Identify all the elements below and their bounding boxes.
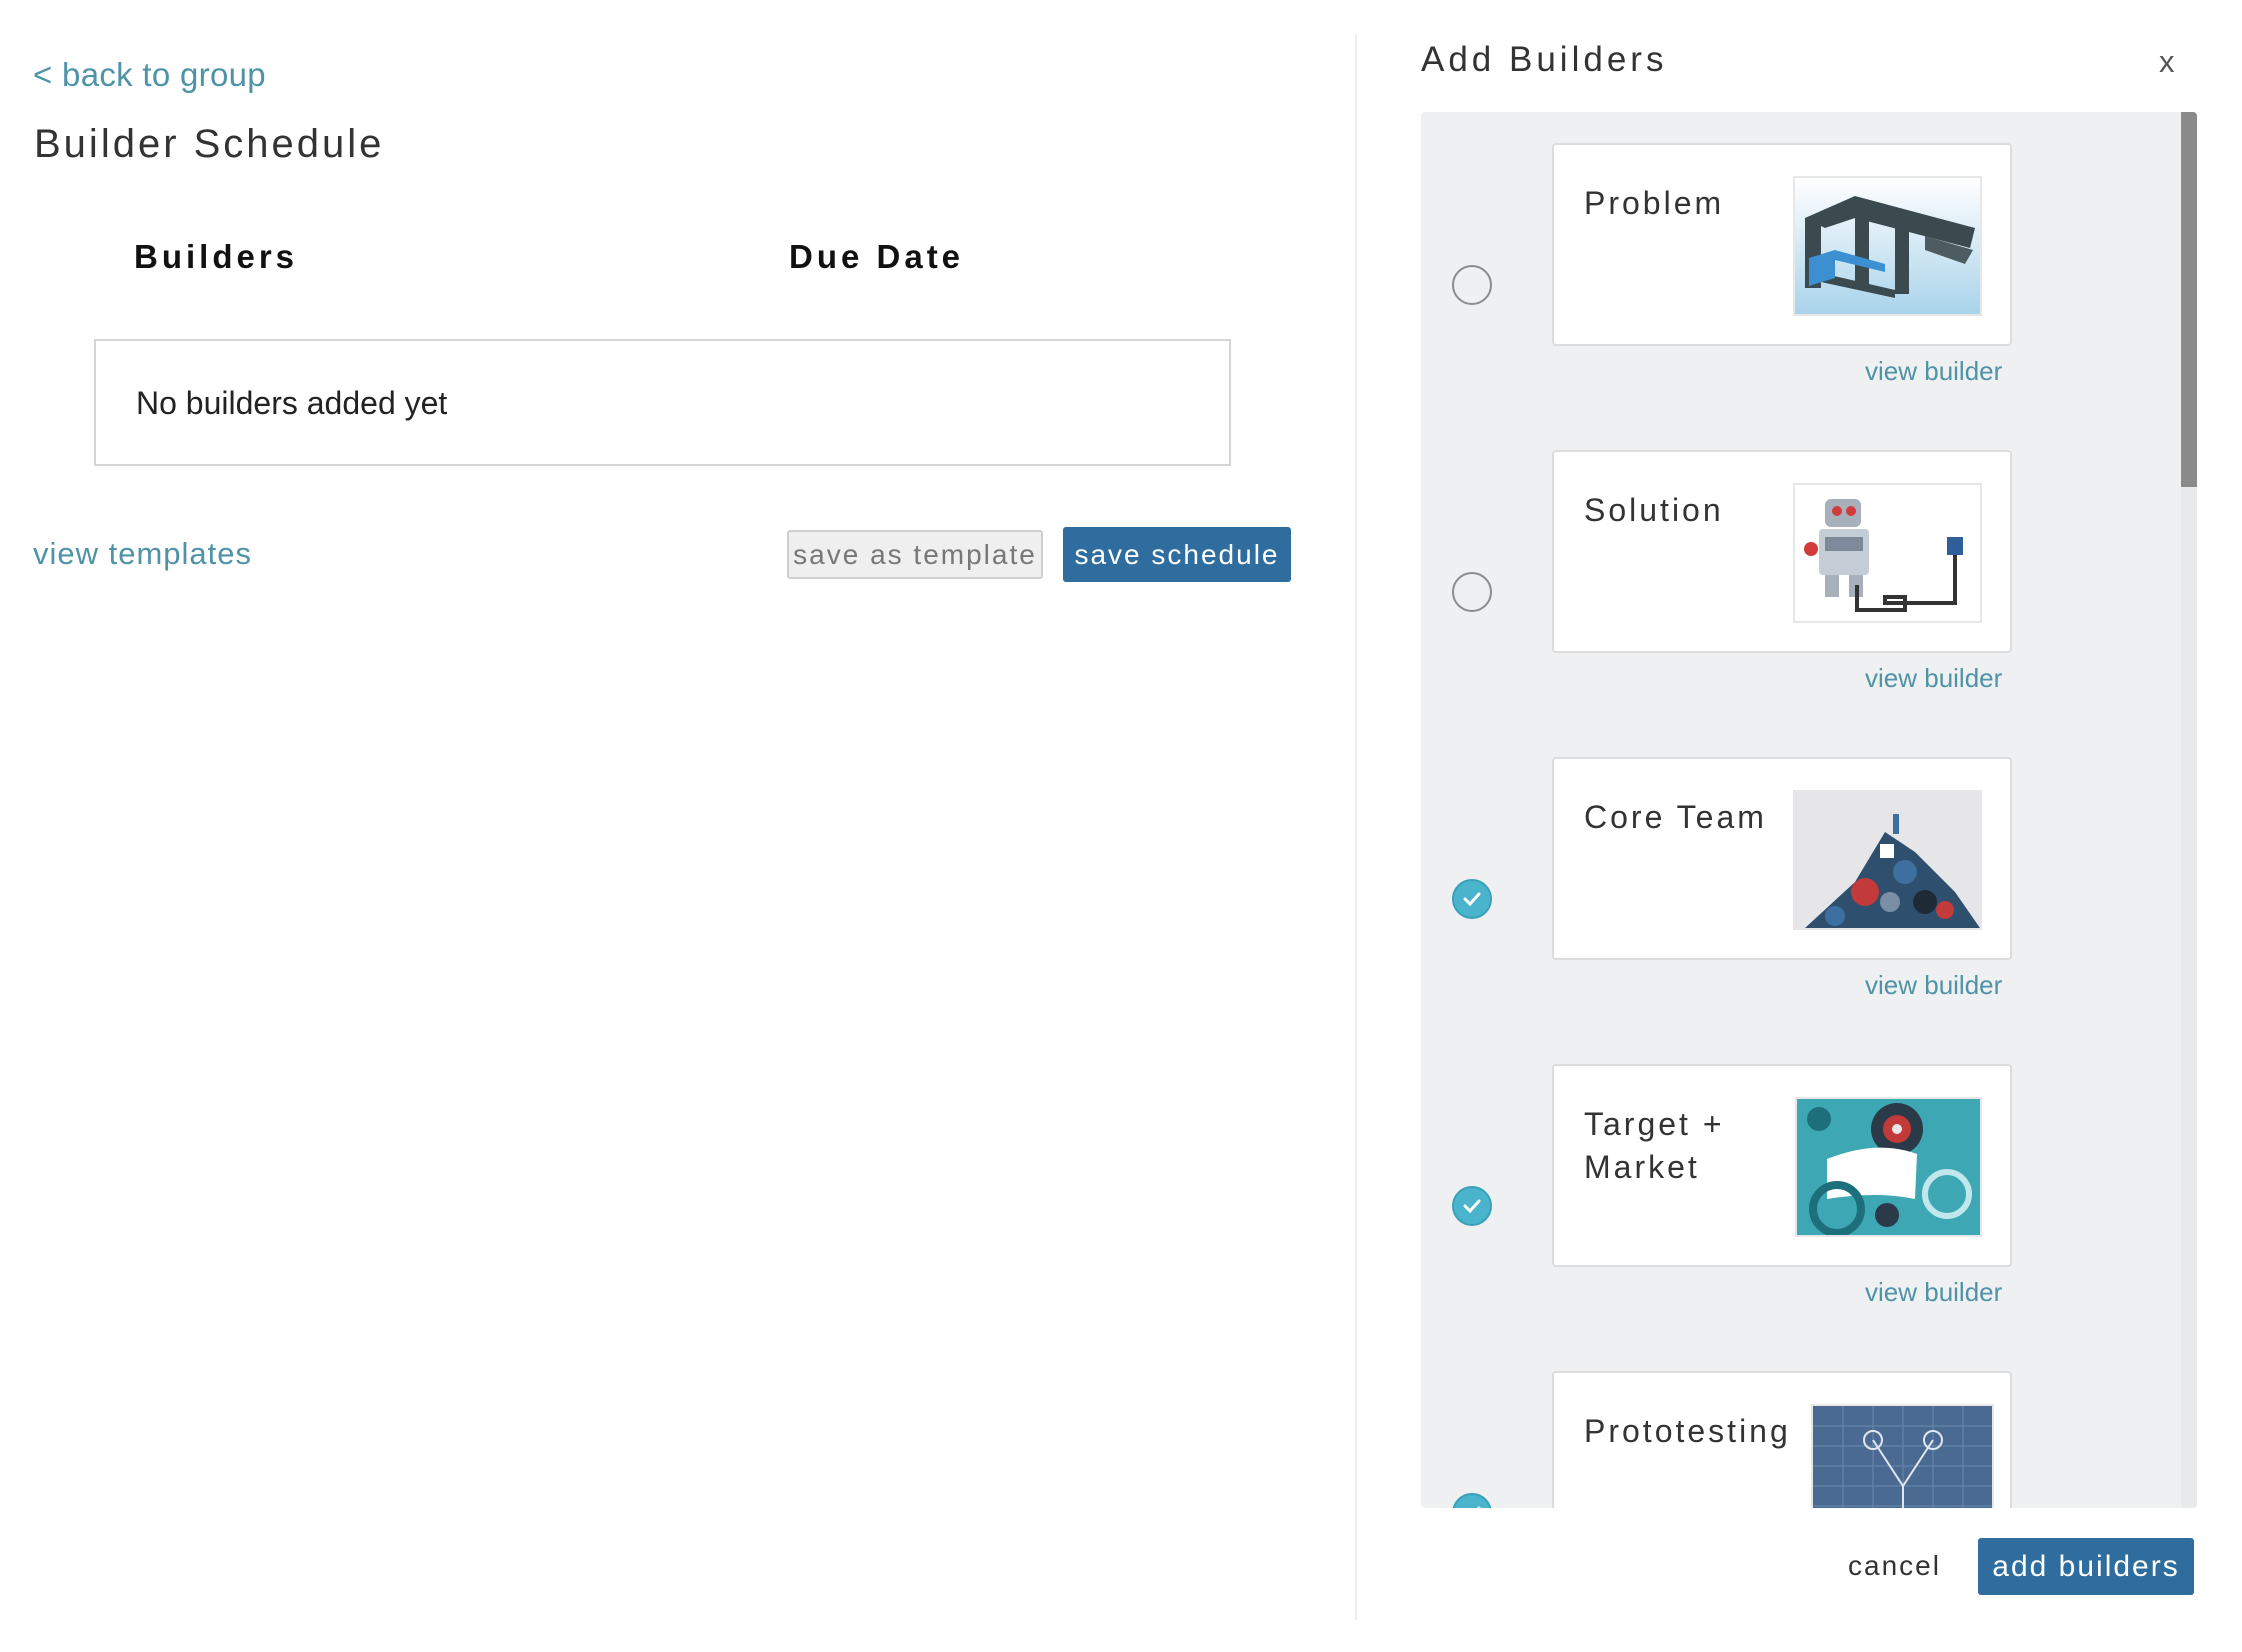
add-builders-button[interactable]: add builders [1978, 1538, 2194, 1595]
builders-list[interactable]: Problem view builder Solution view build… [1421, 112, 2197, 1508]
builder-title: Core Team [1584, 799, 1767, 835]
scrollbar-thumb[interactable] [2181, 112, 2197, 487]
column-header-builders: Builders [134, 238, 299, 275]
teal-target-icon [1795, 1097, 1982, 1237]
add-builders-title: Add Builders [1421, 40, 1668, 79]
builder-item-core-team: Core Team view builder [1421, 726, 2181, 1030]
builder-card[interactable]: Prototesting [1552, 1371, 2012, 1508]
blueprint-sketch-icon [1811, 1404, 1994, 1508]
view-builder-link[interactable]: view builder [1865, 356, 2002, 387]
builder-card[interactable]: Solution [1552, 450, 2012, 653]
builder-title: Target + Market [1584, 1106, 1725, 1185]
view-templates-link[interactable]: view templates [33, 536, 252, 572]
save-as-template-button[interactable]: save as template [787, 530, 1043, 579]
page-title: Builder Schedule [34, 122, 385, 166]
builder-card[interactable]: Problem [1552, 143, 2012, 346]
builder-item-problem: Problem view builder [1421, 112, 2181, 416]
builder-card[interactable]: Core Team [1552, 757, 2012, 960]
builder-title: Solution [1584, 492, 1724, 528]
save-schedule-button[interactable]: save schedule [1063, 527, 1291, 582]
view-builder-link[interactable]: view builder [1865, 663, 2002, 694]
builder-select-radio[interactable] [1452, 1493, 1492, 1508]
robot-icon [1793, 483, 1982, 623]
builders-table-empty-state: No builders added yet [94, 339, 1231, 466]
frame-structure-icon [1793, 176, 1982, 316]
scrollbar-track[interactable] [2181, 112, 2197, 1508]
empty-message: No builders added yet [136, 385, 448, 421]
close-icon[interactable]: x [2159, 44, 2175, 80]
checkmark-icon [1476, 1506, 1481, 1508]
builder-select-radio[interactable] [1452, 572, 1492, 612]
builder-item-target-market: Target + Market view builder [1421, 1033, 2181, 1337]
builder-title: Prototesting [1584, 1413, 1791, 1449]
builder-select-radio[interactable] [1452, 1186, 1492, 1226]
builder-item-solution: Solution view builder [1421, 419, 2181, 723]
view-builder-link[interactable]: view builder [1865, 1277, 2002, 1308]
builder-card[interactable]: Target + Market [1552, 1064, 2012, 1267]
view-builder-link[interactable]: view builder [1865, 970, 2002, 1001]
builder-item-prototesting: Prototesting [1421, 1340, 2181, 1508]
builder-schedule-pane: < back to group Builder Schedule Builder… [0, 0, 1355, 1652]
pane-divider [1355, 34, 1357, 1620]
builder-select-radio[interactable] [1452, 265, 1492, 305]
cancel-button[interactable]: cancel [1848, 1550, 1941, 1582]
pile-of-objects-icon [1793, 790, 1982, 930]
checkmark-icon [1463, 1199, 1481, 1214]
checkmark-icon [1463, 892, 1481, 907]
column-header-due-date: Due Date [789, 238, 965, 275]
builder-title: Problem [1584, 185, 1725, 221]
back-to-group-link[interactable]: < back to group [33, 56, 266, 94]
builder-select-radio[interactable] [1452, 879, 1492, 919]
